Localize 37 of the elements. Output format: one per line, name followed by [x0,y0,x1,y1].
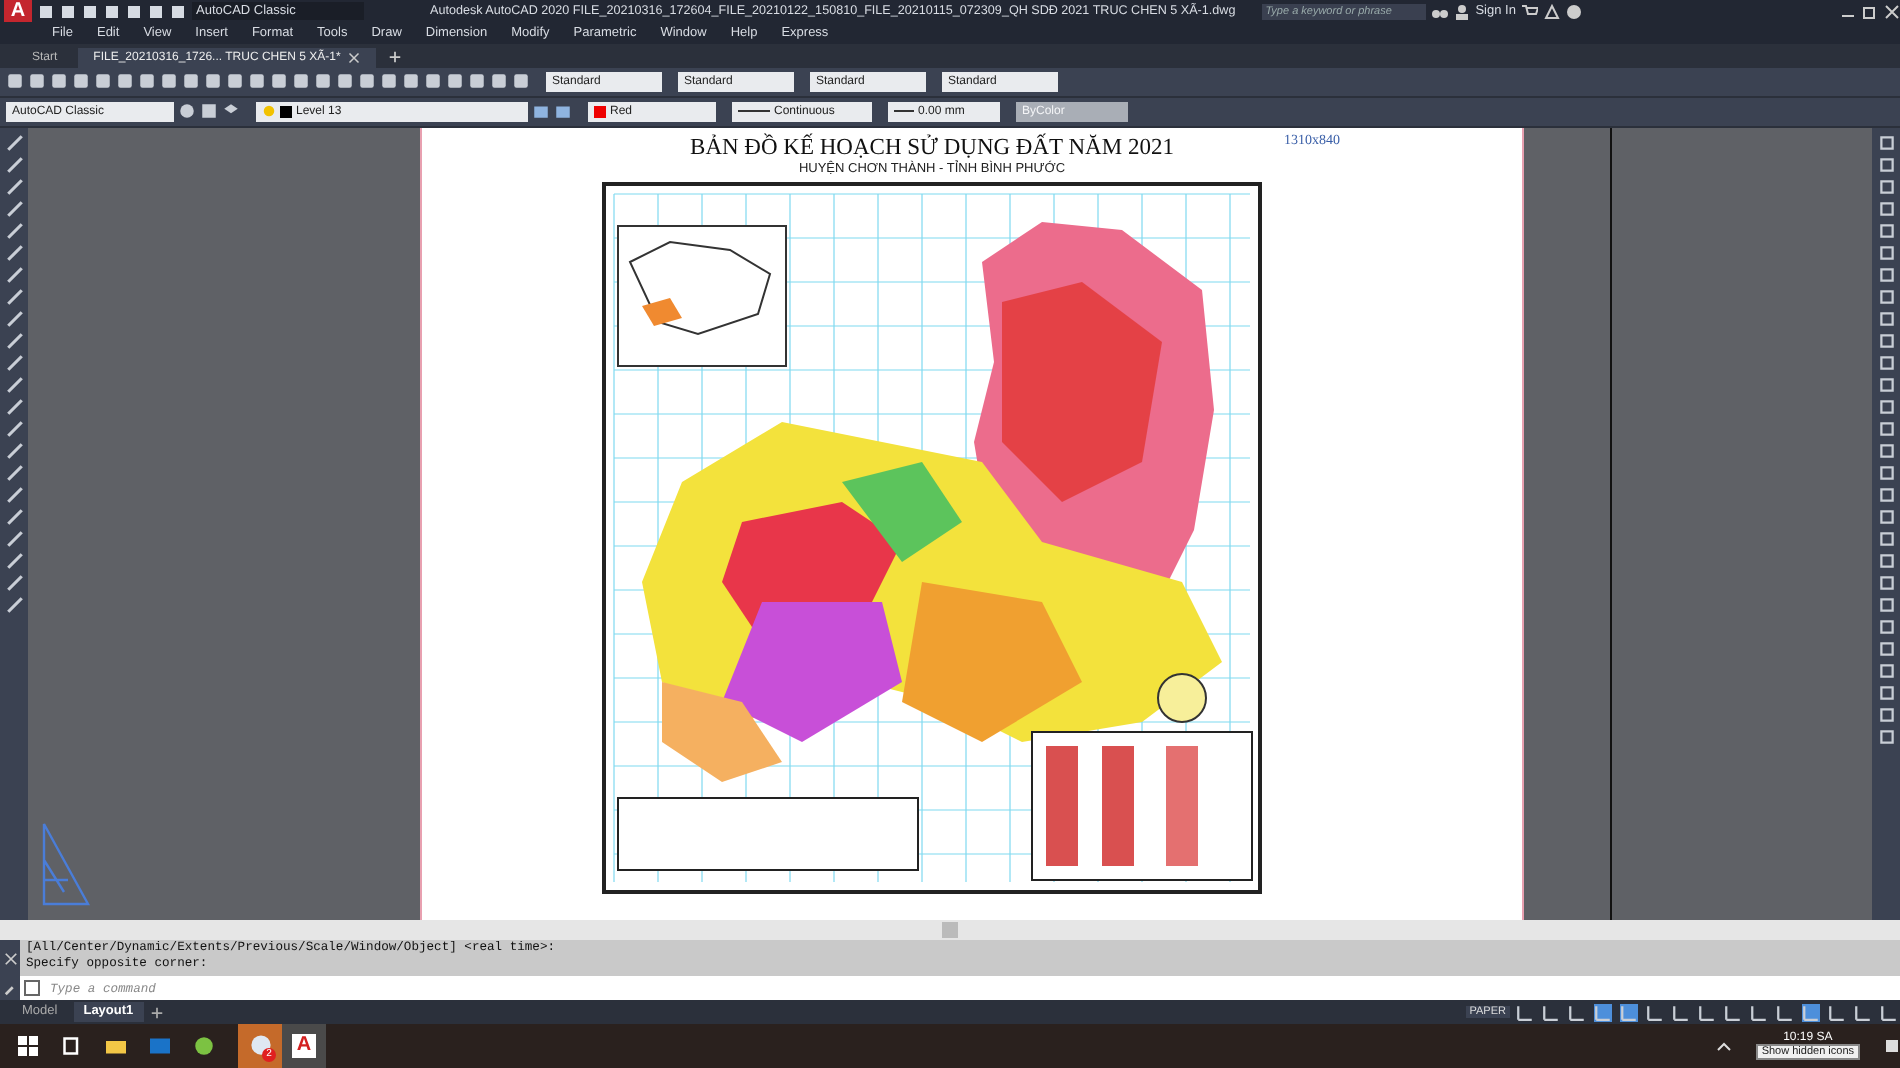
map-title: BẢN ĐỒ KẾ HOẠCH SỬ DỤNG ĐẤT NĂM 2021 [690,135,1174,160]
cart-icon[interactable] [1521,3,1538,19]
status-toggle-icon[interactable] [1672,1003,1690,1021]
round-app-icon[interactable] [194,1035,214,1056]
caret-up-icon[interactable] [1715,1037,1732,1054]
app-logo[interactable]: A [4,0,32,22]
folder-icon[interactable] [106,1035,126,1056]
status-toggle-icon[interactable] [1828,1003,1846,1021]
triangle-icon[interactable] [1543,3,1560,19]
ucs-triangle-icon [40,820,92,909]
new-tab-icon[interactable] [388,49,403,64]
status-toggle-icon[interactable] [1568,1003,1586,1021]
status-toggle-icon[interactable] [1516,1003,1534,1021]
status-toggle-icon[interactable] [1620,1003,1638,1021]
windows-icon[interactable] [18,1035,38,1056]
status-toggle-icon[interactable] [1724,1003,1742,1021]
status-toggle-icon[interactable] [1802,1003,1820,1021]
status-toggle-icon[interactable] [1854,1003,1872,1021]
close-icon[interactable] [348,51,361,64]
restore-icon[interactable] [1862,3,1878,19]
task-view-icon[interactable] [62,1035,82,1056]
autocad-logo: A [292,1033,316,1058]
status-toggle-icon[interactable] [1750,1003,1768,1021]
status-toggle-icon[interactable] [1594,1003,1612,1021]
prompt-icon[interactable] [20,976,44,1001]
close-icon[interactable] [3,951,17,966]
status-toggle-icon[interactable] [1542,1003,1560,1021]
user-icon[interactable] [1453,3,1470,19]
scrollbar-thumb[interactable] [942,922,958,939]
bulb-icon [262,104,276,119]
close-icon[interactable] [1884,3,1900,19]
autocad-taskbar-button[interactable]: A [282,1023,326,1068]
status-toggle-icon[interactable] [1776,1003,1794,1021]
status-toggle-icon[interactable] [1880,1003,1898,1021]
new-layout-icon[interactable] [149,1005,164,1019]
status-toggle-icon[interactable] [1698,1003,1716,1021]
status-toggle-icon[interactable] [1646,1003,1664,1021]
